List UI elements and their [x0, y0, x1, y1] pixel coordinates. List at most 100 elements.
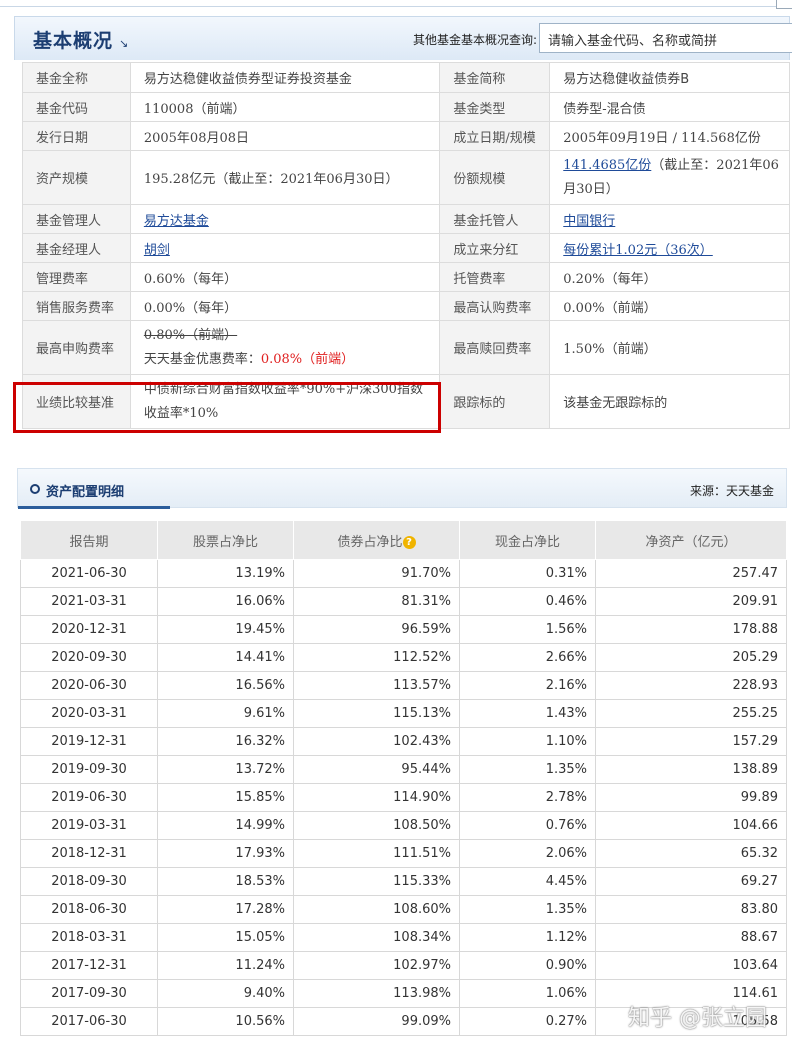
cell-report-period: 2019-12-31 [20, 727, 158, 756]
cell-net-assets: 88.67 [595, 923, 787, 952]
cell-stock-ratio: 11.24% [157, 951, 294, 980]
cell-bond-ratio: 91.70% [293, 559, 460, 588]
max-subscription-fee-value: 0.00%（前端） [549, 291, 790, 321]
cell-report-period: 2021-03-31 [20, 587, 158, 616]
allocation-table-body: 2021-06-30 13.19% 91.70% 0.31% 257.47 2021-03… [20, 559, 787, 1036]
issue-date-value: 2005年08月08日 [129, 121, 441, 151]
custodian-link[interactable]: 中国银行 [563, 214, 615, 229]
cell-cash-ratio: 1.56% [459, 615, 596, 644]
cell-bond-ratio: 102.43% [293, 727, 460, 756]
cell-report-period: 2020-03-31 [20, 699, 158, 728]
cell-stock-ratio: 18.53% [157, 867, 294, 896]
cell-bond-ratio: 108.34% [293, 923, 460, 952]
cell-cash-ratio: 2.16% [459, 671, 596, 700]
cell-report-period: 2019-06-30 [20, 783, 158, 812]
cell-stock-ratio: 16.06% [157, 587, 294, 616]
table-row: 2018-12-31 17.93% 111.51% 2.06% 65.32 [20, 839, 787, 868]
max-purchase-fee-cell: 0.80%（前端） 天天基金优惠费率：0.08%（前端） [129, 320, 441, 375]
cell-net-assets: 257.47 [595, 559, 787, 588]
cell-report-period: 2020-06-30 [20, 671, 158, 700]
cell-report-period: 2018-09-30 [20, 867, 158, 896]
col-report-period: 报告期 [20, 520, 158, 560]
cell-bond-ratio: 115.13% [293, 699, 460, 728]
table-row: 2021-06-30 13.19% 91.70% 0.31% 257.47 [20, 559, 787, 588]
fund-manager-link[interactable]: 胡剑 [144, 243, 170, 258]
cell-report-period: 2020-12-31 [20, 615, 158, 644]
cell-cash-ratio: 1.35% [459, 895, 596, 924]
cell-net-assets: 69.27 [595, 867, 787, 896]
cell-report-period: 2021-06-30 [20, 559, 158, 588]
manager-company-link[interactable]: 易方达基金 [144, 214, 209, 229]
cell-stock-ratio: 10.56% [157, 1007, 294, 1036]
table-row: 基金管理人 易方达基金 基金托管人 中国银行 [22, 204, 790, 234]
fund-type-value: 债券型-混合债 [549, 92, 790, 122]
asset-size-label: 资产规模 [22, 150, 131, 205]
share-size-cell: 141.4685亿份（截止至：2021年06月30日） [549, 150, 790, 205]
max-purchase-fee-label: 最高申购费率 [22, 320, 131, 375]
cell-stock-ratio: 14.41% [157, 643, 294, 672]
cell-net-assets: 255.25 [595, 699, 787, 728]
cell-cash-ratio: 2.06% [459, 839, 596, 868]
cell-bond-ratio: 113.57% [293, 671, 460, 700]
fund-short-name-value: 易方达稳健收益债券B [549, 62, 790, 93]
sales-fee-value: 0.00%（每年） [129, 291, 441, 321]
original-fee: 0.80%（前端） [143, 327, 238, 343]
cell-net-assets: 103.64 [595, 951, 787, 980]
table-row: 基金经理人 胡剑 成立来分红 每份累计1.02元（36次） [22, 233, 790, 263]
cell-stock-ratio: 17.28% [157, 895, 294, 924]
cell-stock-ratio: 13.72% [157, 755, 294, 784]
col-bond-ratio: 债券占净比? [293, 520, 460, 560]
cell-cash-ratio: 0.31% [459, 559, 596, 588]
mgmt-fee-label: 管理费率 [22, 262, 131, 292]
table-row: 2019-09-30 13.72% 95.44% 1.35% 138.89 [20, 755, 787, 784]
cell-cash-ratio: 2.78% [459, 783, 596, 812]
dividend-cell: 每份累计1.02元（36次） [549, 233, 790, 263]
table-row: 2021-03-31 16.06% 81.31% 0.46% 209.91 [20, 587, 787, 616]
fund-code-label: 基金代码 [22, 92, 131, 122]
expand-arrow-icon[interactable]: ↘ [119, 37, 128, 50]
section-bullet-icon [30, 484, 40, 494]
cell-bond-ratio: 81.31% [293, 587, 460, 616]
table-row: 2020-09-30 14.41% 112.52% 2.66% 205.29 [20, 643, 787, 672]
overview-table: 基金全称 易方达稳健收益债券型证券投资基金 基金简称 易方达稳健收益债券B 基金… [22, 62, 790, 429]
cell-bond-ratio: 111.51% [293, 839, 460, 868]
fund-search-input[interactable]: 请输入基金代码、名称或简拼 [539, 23, 792, 53]
cell-cash-ratio: 0.76% [459, 811, 596, 840]
allocation-title: 资产配置明细 [46, 485, 125, 500]
cell-stock-ratio: 14.99% [157, 811, 294, 840]
discount-fee-label: 天天基金优惠费率： [143, 351, 261, 367]
fund-full-name-value: 易方达稳健收益债券型证券投资基金 [129, 62, 441, 93]
cell-bond-ratio: 113.98% [293, 979, 460, 1008]
cell-cash-ratio: 1.10% [459, 727, 596, 756]
cell-net-assets: 228.93 [595, 671, 787, 700]
cell-report-period: 2018-06-30 [20, 895, 158, 924]
table-row: 管理费率 0.60%（每年） 托管费率 0.20%（每年） [22, 262, 790, 292]
share-size-link[interactable]: 141.4685亿份 [563, 158, 651, 173]
manager-company-cell: 易方达基金 [129, 204, 441, 234]
cell-cash-ratio: 0.90% [459, 951, 596, 980]
cell-report-period: 2018-03-31 [20, 923, 158, 952]
dividend-link[interactable]: 每份累计1.02元（36次） [563, 243, 713, 258]
custody-fee-value: 0.20%（每年） [549, 262, 790, 292]
table-row: 2017-12-31 11.24% 102.97% 0.90% 103.64 [20, 951, 787, 980]
col-cash-ratio: 现金占净比 [459, 520, 596, 560]
help-icon[interactable]: ? [402, 535, 416, 549]
cell-bond-ratio: 114.90% [293, 783, 460, 812]
custodian-cell: 中国银行 [549, 204, 790, 234]
cell-bond-ratio: 99.09% [293, 1007, 460, 1036]
overview-header: 基本概况 ↘ 其他基金基本概况查询: 请输入基金代码、名称或简拼 [14, 16, 792, 60]
table-row: 资产规模 195.28亿元（截止至：2021年06月30日） 份额规模 141.… [22, 150, 790, 205]
cell-net-assets: 205.29 [595, 643, 787, 672]
cell-report-period: 2017-06-30 [20, 1007, 158, 1036]
mgmt-fee-value: 0.60%（每年） [129, 262, 441, 292]
cell-bond-ratio: 108.50% [293, 811, 460, 840]
cell-stock-ratio: 17.93% [157, 839, 294, 868]
cell-cash-ratio: 1.06% [459, 979, 596, 1008]
cell-stock-ratio: 9.61% [157, 699, 294, 728]
table-row: 2018-06-30 17.28% 108.60% 1.35% 83.80 [20, 895, 787, 924]
allocation-table: 报告期 股票占净比 债券占净比? 现金占净比 净资产（亿元） 2021-06-3… [20, 520, 787, 1036]
cell-bond-ratio: 95.44% [293, 755, 460, 784]
max-redemption-fee-value: 1.50%（前端） [549, 320, 790, 375]
cell-net-assets: 209.91 [595, 587, 787, 616]
cell-bond-ratio: 96.59% [293, 615, 460, 644]
